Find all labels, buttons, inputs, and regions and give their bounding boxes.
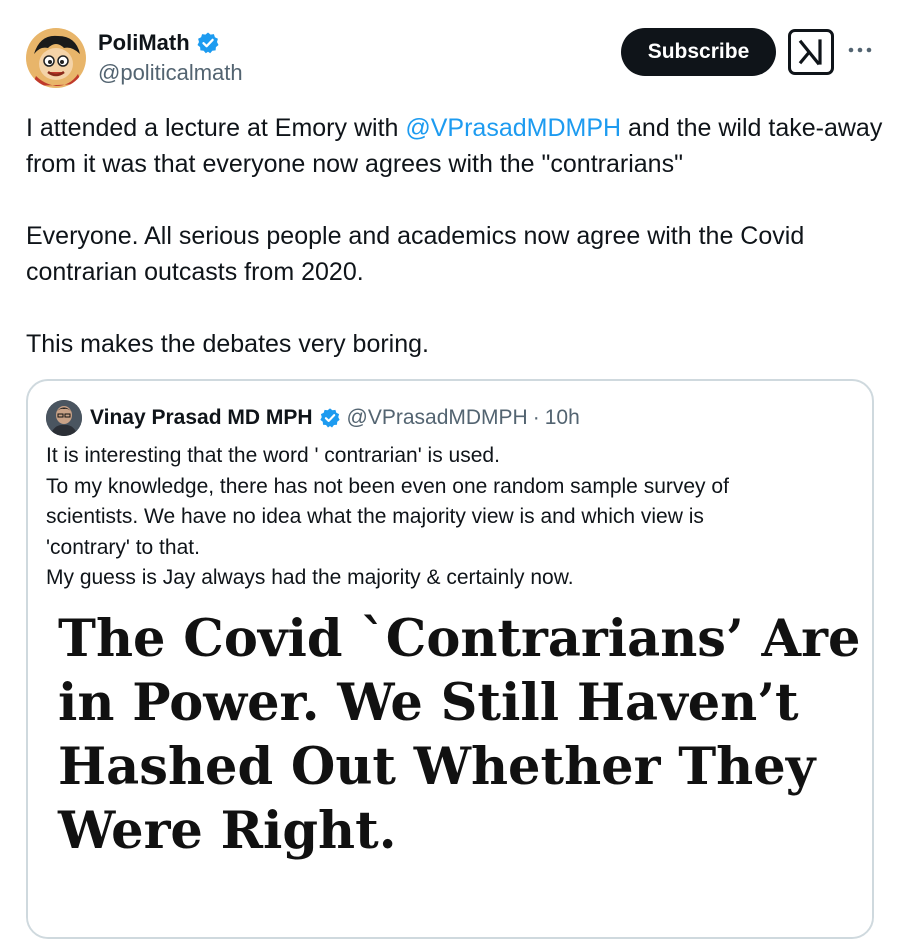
- tweet: PoliMath @politicalmath Subscribe I atte…: [0, 0, 922, 939]
- mention-link[interactable]: @VPrasadMDMPH: [405, 114, 621, 142]
- quoted-text-line: 'contrary' to that.: [46, 535, 200, 559]
- subscribe-button[interactable]: Subscribe: [621, 28, 776, 76]
- verified-badge-icon[interactable]: [196, 31, 220, 55]
- headline-line: Were Right.: [58, 801, 397, 861]
- headline-line: The Covid ˋContrarians’ Are: [58, 609, 861, 669]
- quoted-text-line: My guess is Jay always had the majority …: [46, 566, 574, 589]
- tweet-paragraph: I attended a lecture at Emory with @VPra…: [26, 114, 883, 178]
- quoted-text-line: To my knowledge, there has not been even…: [46, 474, 729, 498]
- author-avatar[interactable]: [26, 28, 86, 88]
- tweet-text: I attended a lecture at Emory with @VPra…: [26, 110, 886, 362]
- quoted-text-line: It is interesting that the word ' contra…: [46, 444, 500, 467]
- quoted-text-line: scientists. We have no idea what the maj…: [46, 505, 704, 528]
- quoted-timestamp[interactable]: 10h: [545, 406, 580, 430]
- author-info: PoliMath @politicalmath: [98, 30, 243, 88]
- tweet-paragraph: Everyone. All serious people and academi…: [26, 222, 805, 286]
- quoted-tweet-text: It is interesting that the word ' contra…: [46, 441, 846, 594]
- headline-line: in Power. We Still Haven’t: [58, 673, 799, 733]
- quoted-tweet-header: Vinay Prasad MD MPH @VPrasadMDMPH · 10h: [46, 399, 580, 437]
- author-handle[interactable]: @politicalmath: [98, 58, 243, 88]
- quoted-author-avatar[interactable]: [46, 400, 82, 436]
- headline-line: Hashed Out Whether They: [58, 737, 816, 797]
- quoted-author-handle[interactable]: @VPrasadMDMPH: [347, 406, 528, 430]
- quoted-tweet[interactable]: Vinay Prasad MD MPH @VPrasadMDMPH · 10h …: [26, 379, 874, 939]
- quoted-author-name[interactable]: Vinay Prasad MD MPH: [90, 406, 313, 430]
- article-headline: The Covid ˋContrarians’ Are in Power. We…: [58, 607, 860, 863]
- separator-dot: ·: [532, 406, 540, 429]
- more-icon[interactable]: [846, 36, 874, 64]
- grok-icon[interactable]: [788, 29, 834, 75]
- quoted-media-image[interactable]: The Covid ˋContrarians’ Are in Power. We…: [28, 603, 872, 937]
- tweet-paragraph: This makes the debates very boring.: [26, 330, 429, 358]
- author-display-name[interactable]: PoliMath: [98, 30, 190, 56]
- verified-badge-icon: [319, 407, 341, 429]
